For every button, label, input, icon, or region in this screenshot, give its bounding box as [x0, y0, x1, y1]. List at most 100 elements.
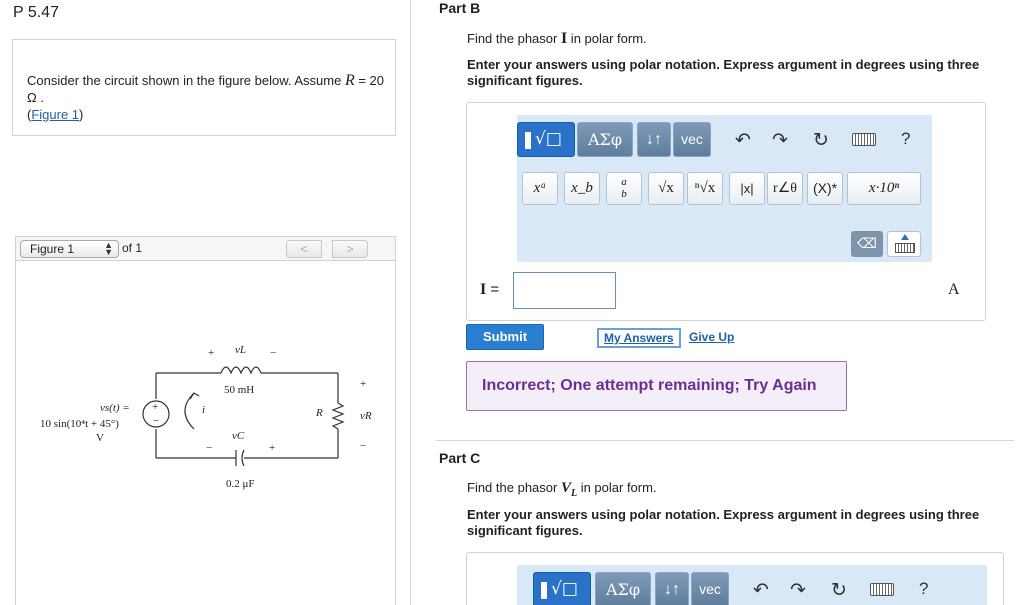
part-c-instructions: Enter your answers using polar notation.…: [467, 507, 980, 538]
part-c-question: Find the phasor VL in polar form.: [467, 480, 657, 499]
part-c-help-icon[interactable]: ?: [919, 579, 928, 599]
figure-link-close: ): [79, 107, 84, 122]
vc-plus: +: [269, 442, 275, 454]
part-c-greek-symbols-button[interactable]: ΑΣφ: [595, 572, 651, 605]
figure-area: + vL − 50 mH vs(t) = 10 sin(10⁴t + 45°) …: [15, 261, 396, 605]
figure-count: of 1: [122, 241, 143, 255]
statement-pre: Consider the circuit shown in the figure…: [27, 73, 345, 88]
part-divider: [436, 440, 1014, 441]
inductor-value: 50 mH: [224, 384, 254, 396]
part-c-reset-icon[interactable]: ↻: [831, 579, 847, 602]
part-c-templates-bar-icon: [541, 582, 547, 599]
scientific-notation-button[interactable]: x·10ⁿ: [847, 172, 921, 205]
redo-icon[interactable]: ↷: [772, 129, 788, 152]
feedback-box: Incorrect; One attempt remaining; Try Ag…: [466, 361, 847, 411]
capacitor-plate-right: [241, 449, 245, 467]
fraction-denominator: b: [621, 188, 627, 200]
part-c-var-letter: V: [560, 480, 571, 496]
help-icon[interactable]: ?: [901, 129, 910, 149]
part-b-question-post: in polar form.: [567, 31, 647, 46]
answer-label-eq: =: [486, 281, 500, 298]
part-c-question-pre: Find the phasor: [467, 480, 561, 495]
part-b-answer-box: √□ ΑΣφ ↓↑ vec ↶ ↷ ↻ ? xᵃ x_b a b √x ⁿ√x …: [466, 102, 986, 321]
part-c-keyboard-icon[interactable]: [870, 583, 894, 596]
keyboard-small-icon: [895, 243, 915, 253]
vc-minus: −: [206, 442, 212, 454]
feedback-message: Incorrect; One attempt remaining; Try Ag…: [482, 377, 817, 394]
figure-link[interactable]: Figure 1: [31, 107, 79, 122]
answer-unit: A: [948, 281, 960, 298]
current-arrow-icon: [184, 392, 195, 430]
part-c-redo-icon[interactable]: ↷: [790, 579, 806, 602]
templates-button[interactable]: √□: [517, 122, 575, 157]
part-c-title: Part C: [439, 450, 481, 466]
problem-title: P 5.47: [13, 4, 59, 21]
problem-statement-box: Consider the circuit shown in the figure…: [12, 39, 396, 136]
backspace-icon[interactable]: ⌫: [851, 231, 883, 257]
source-minus: −: [153, 415, 159, 427]
keyboard-toggle-button[interactable]: [887, 231, 921, 257]
fraction-numerator: a: [621, 176, 627, 188]
templates-bar-icon: [525, 132, 531, 149]
next-figure-button[interactable]: >: [332, 240, 368, 258]
source-label-2: 10 sin(10⁴t + 45°): [40, 418, 119, 430]
fraction-template-button[interactable]: a b: [606, 172, 642, 205]
vl-label: vL: [235, 344, 246, 356]
r-label: R: [315, 407, 323, 419]
part-c-vector-button[interactable]: vec: [691, 572, 729, 605]
conjugate-template-button[interactable]: (X)*: [807, 172, 843, 205]
arrows-button[interactable]: ↓↑: [637, 122, 671, 157]
vl-plus: +: [208, 347, 214, 359]
vc-label: vC: [232, 430, 245, 442]
expand-triangle-icon: [901, 234, 909, 240]
part-c-templates-button[interactable]: √□: [533, 572, 591, 605]
give-up-link[interactable]: Give Up: [689, 330, 734, 344]
figure-select[interactable]: Figure 1 ▲ ▼: [20, 240, 119, 258]
vector-button[interactable]: vec: [673, 122, 711, 157]
vl-minus: −: [270, 347, 276, 359]
sqrt-template-button[interactable]: √x: [648, 172, 684, 205]
statement-var: R: [344, 72, 355, 89]
absolute-value-template-button[interactable]: |x|: [729, 172, 765, 205]
submit-button[interactable]: Submit: [466, 324, 544, 350]
polar-template-button[interactable]: r∠θ: [767, 172, 803, 205]
part-c-question-post: in polar form.: [577, 480, 657, 495]
keyboard-icon[interactable]: [852, 133, 876, 146]
current-label: i: [202, 404, 205, 416]
my-answers-link[interactable]: My Answers: [597, 328, 681, 348]
figure-navigation-bar: Figure 1 ▲ ▼ of 1 < >: [15, 236, 396, 261]
reset-icon[interactable]: ↻: [813, 129, 829, 152]
select-arrows-icon: ▲ ▼: [104, 240, 113, 257]
part-c-arrows-button[interactable]: ↓↑: [655, 572, 689, 605]
part-b-question: Find the phasor I in polar form.: [467, 30, 647, 48]
current-arrowhead: [189, 392, 200, 400]
part-b-instructions: Enter your answers using polar notation.…: [467, 57, 980, 88]
capacitor-value: 0.2 μF: [226, 478, 255, 490]
source-label-1: vs(t) =: [100, 402, 130, 414]
previous-figure-button[interactable]: <: [286, 240, 322, 258]
power-template-button[interactable]: xᵃ: [522, 172, 558, 205]
part-c-question-var: VL: [560, 480, 577, 499]
circuit-diagram: + vL − 50 mH vs(t) = 10 sin(10⁴t + 45°) …: [40, 344, 372, 490]
vr-plus: +: [360, 378, 366, 390]
answer-label: I =: [480, 281, 499, 299]
subscript-template-button[interactable]: x_b: [564, 172, 600, 205]
part-b-title: Part B: [439, 0, 481, 16]
vr-minus: −: [360, 440, 366, 452]
part-c-undo-icon[interactable]: ↶: [753, 579, 769, 602]
undo-icon[interactable]: ↶: [735, 129, 751, 152]
source-plus: +: [152, 401, 158, 413]
greek-symbols-button[interactable]: ΑΣφ: [577, 122, 633, 157]
part-c-answer-box: √□ ΑΣφ ↓↑ vec ↶ ↷ ↻ ?: [466, 552, 1004, 605]
inductor-icon: [220, 366, 262, 375]
vr-label: vR: [360, 410, 372, 422]
part-b-question-pre: Find the phasor: [467, 31, 561, 46]
answer-input[interactable]: [513, 272, 616, 309]
nth-root-template-button[interactable]: ⁿ√x: [687, 172, 723, 205]
part-c-templates-icon: √□: [551, 579, 578, 599]
resistor-icon: [331, 402, 345, 430]
figure-select-value: Figure 1: [30, 242, 75, 256]
problem-statement: Consider the circuit shown in the figure…: [27, 72, 387, 123]
templates-icon: √□: [535, 129, 562, 149]
pane-divider: [410, 0, 411, 605]
